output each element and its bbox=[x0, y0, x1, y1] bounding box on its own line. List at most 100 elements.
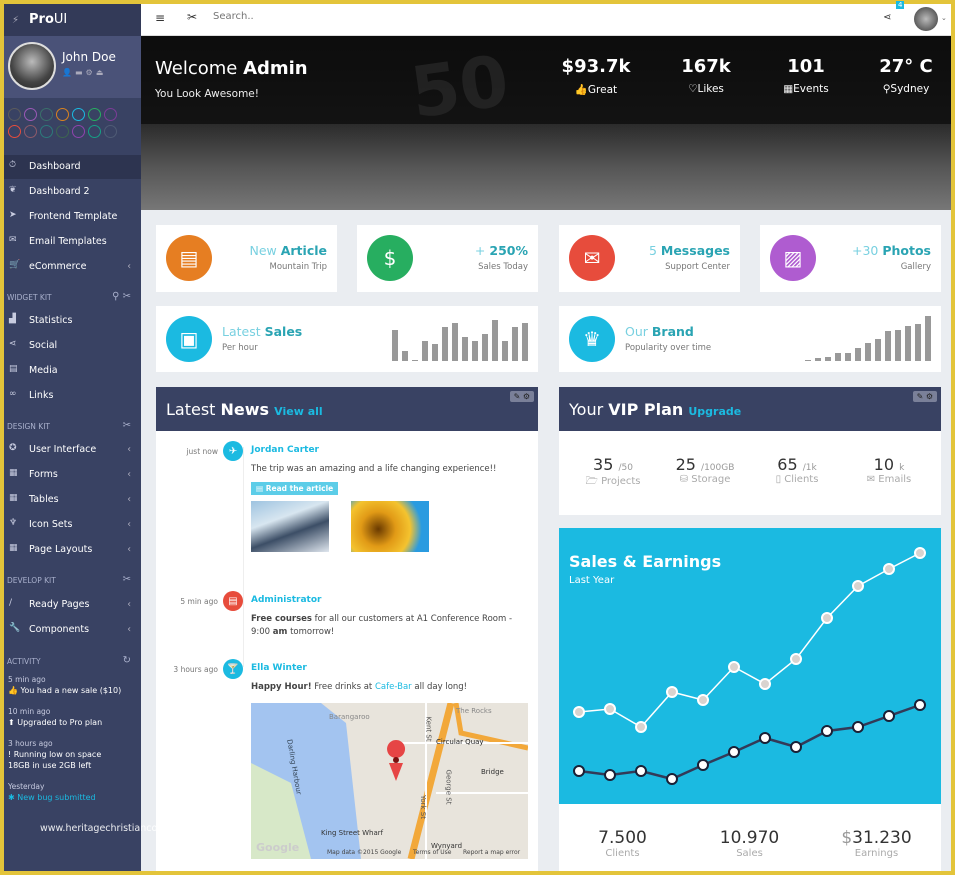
theme-color-swatch[interactable] bbox=[88, 108, 101, 121]
refresh-icon[interactable]: ↻ bbox=[123, 655, 131, 666]
sidebar-item-email-templates[interactable]: ✉ Email Templates bbox=[4, 230, 141, 254]
theme-color-swatch[interactable] bbox=[72, 108, 85, 121]
latest-sales-widget[interactable]: ▣ Latest Sales Per hour bbox=[156, 306, 538, 372]
brand-widget[interactable]: ♛ Our Brand Popularity over time bbox=[559, 306, 941, 372]
news-photo-mountains[interactable] bbox=[251, 501, 329, 552]
news-author[interactable]: Administrator bbox=[251, 595, 521, 605]
news-photo-sunflower[interactable] bbox=[351, 501, 429, 552]
chevron-down-icon[interactable]: ⌄ bbox=[941, 14, 947, 22]
data-point[interactable] bbox=[604, 769, 616, 781]
data-point[interactable] bbox=[852, 721, 864, 733]
map-footer-link[interactable]: Report a map error bbox=[463, 849, 520, 856]
data-point[interactable] bbox=[914, 547, 926, 559]
sidebar-item-social[interactable]: ⋖ Social bbox=[4, 334, 141, 358]
theme-color-swatch[interactable] bbox=[56, 108, 69, 121]
data-point[interactable] bbox=[821, 725, 833, 737]
theme-color-swatch[interactable] bbox=[88, 125, 101, 138]
news-author[interactable]: Jordan Carter bbox=[251, 445, 521, 455]
message-icon[interactable]: ▬ bbox=[75, 68, 86, 77]
map[interactable]: Barangaroo The Rocks Circular Quay Kent St G… bbox=[251, 703, 528, 859]
logout-icon[interactable]: ⏏ bbox=[96, 68, 107, 77]
widget-options-icon[interactable]: ✎ ⚙ bbox=[509, 391, 534, 402]
data-point[interactable] bbox=[728, 746, 740, 758]
theme-color-swatch[interactable] bbox=[104, 125, 117, 138]
sidebar-item-tables[interactable]: ▦ Tables ‹ bbox=[4, 488, 141, 512]
data-point[interactable] bbox=[759, 732, 771, 744]
data-point[interactable] bbox=[790, 653, 802, 665]
data-point[interactable] bbox=[635, 765, 647, 777]
data-point[interactable] bbox=[914, 699, 926, 711]
sidebar-item-dashboard[interactable]: ⏱ Dashboard bbox=[4, 155, 141, 179]
theme-color-swatch[interactable] bbox=[8, 125, 21, 138]
theme-color-swatch[interactable] bbox=[56, 125, 69, 138]
data-point[interactable] bbox=[883, 563, 895, 575]
search-input[interactable] bbox=[213, 11, 513, 22]
brand-logo[interactable]: ⚡ ProUI bbox=[4, 4, 141, 36]
stat-tile[interactable]: ▤ New Article Mountain Trip bbox=[156, 225, 337, 292]
sidebar-item-user-interface[interactable]: ✪ User Interface ‹ bbox=[4, 438, 141, 462]
theme-color-swatch[interactable] bbox=[24, 125, 37, 138]
theme-color-swatch[interactable] bbox=[24, 108, 37, 121]
tools-icon[interactable]: ✂ bbox=[123, 420, 131, 431]
sidebar-item-links[interactable]: ∞ Links bbox=[4, 384, 141, 408]
theme-color-swatch[interactable] bbox=[72, 125, 85, 138]
theme-color-swatch[interactable] bbox=[40, 125, 53, 138]
menu-toggle-icon[interactable]: ≡ bbox=[155, 11, 165, 25]
news-author[interactable]: Ella Winter bbox=[251, 663, 521, 673]
data-point[interactable] bbox=[573, 765, 585, 777]
data-point[interactable] bbox=[666, 773, 678, 785]
sidebar-item-icon-sets[interactable]: ♆ Icon Sets ‹ bbox=[4, 513, 141, 537]
stat-tile[interactable]: $ + 250% Sales Today bbox=[357, 225, 538, 292]
data-point[interactable] bbox=[666, 686, 678, 698]
data-point[interactable] bbox=[573, 706, 585, 718]
notification-badge: 4 bbox=[896, 1, 905, 9]
stat-tile[interactable]: ✉ 5 Messages Support Center bbox=[559, 225, 740, 292]
data-point[interactable] bbox=[728, 661, 740, 673]
sidebar-item-frontend-template[interactable]: ➤ Frontend Template bbox=[4, 205, 141, 229]
cafe-bar-link[interactable]: Cafe-Bar bbox=[375, 682, 412, 692]
avatar[interactable] bbox=[8, 42, 56, 90]
data-point[interactable] bbox=[635, 721, 647, 733]
section-activity: ACTIVITY ↻ bbox=[7, 655, 137, 666]
data-point[interactable] bbox=[697, 694, 709, 706]
user-name[interactable]: John Doe bbox=[62, 50, 116, 64]
welcome-name: Admin bbox=[243, 58, 308, 79]
user-icon[interactable]: 👤 bbox=[62, 68, 75, 77]
sidebar-item-label: Dashboard 2 bbox=[29, 186, 90, 197]
map-footer-link[interactable]: Terms of Use bbox=[413, 849, 451, 856]
data-point[interactable] bbox=[790, 741, 802, 753]
data-point[interactable] bbox=[759, 678, 771, 690]
read-article-button[interactable]: ▤ Read the article bbox=[251, 482, 339, 495]
sidebar-item-dashboard-2[interactable]: ❦ Dashboard 2 bbox=[4, 180, 141, 204]
gear-icon[interactable]: ⚙ bbox=[86, 68, 96, 77]
sidebar-item-components[interactable]: 🔧 Components ‹ bbox=[4, 618, 141, 642]
tools-icon[interactable]: ⚲ ✂ bbox=[112, 291, 131, 302]
share-icon[interactable]: ⋖ bbox=[883, 12, 891, 23]
sidebar-item-ecommerce[interactable]: 🛒 eCommerce ‹ bbox=[4, 255, 141, 279]
activity-text[interactable]: New bug submitted bbox=[17, 793, 95, 802]
view-all-link[interactable]: View all bbox=[274, 405, 323, 418]
upgrade-link[interactable]: Upgrade bbox=[688, 405, 741, 418]
user-avatar-menu[interactable] bbox=[914, 7, 938, 31]
sidebar-item-forms[interactable]: ▦ Forms ‹ bbox=[4, 463, 141, 487]
sidebar-item-media[interactable]: ▤ Media bbox=[4, 359, 141, 383]
tools-icon[interactable]: ✂ bbox=[123, 574, 131, 585]
data-point[interactable] bbox=[883, 710, 895, 722]
sidebar-item-ready-pages[interactable]: / Ready Pages ‹ bbox=[4, 593, 141, 617]
theme-color-swatch[interactable] bbox=[8, 108, 21, 121]
theme-color-swatch[interactable] bbox=[104, 108, 117, 121]
widget-options-icon[interactable]: ✎ ⚙ bbox=[912, 391, 937, 402]
stat-label: Projects bbox=[601, 476, 641, 487]
data-point[interactable] bbox=[852, 580, 864, 592]
sidebar-item-statistics[interactable]: ▟ Statistics bbox=[4, 309, 141, 333]
button-label: Read the article bbox=[265, 484, 334, 493]
stat-unit: k bbox=[899, 463, 905, 473]
tools-icon[interactable]: ✂ bbox=[187, 10, 197, 24]
stat-tile[interactable]: ▨ +30 Photos Gallery bbox=[760, 225, 941, 292]
theme-color-swatch[interactable] bbox=[40, 108, 53, 121]
map-footer-link[interactable]: Map data ©2015 Google bbox=[327, 849, 401, 856]
data-point[interactable] bbox=[697, 759, 709, 771]
sidebar-item-page-layouts[interactable]: ▦ Page Layouts ‹ bbox=[4, 538, 141, 562]
data-point[interactable] bbox=[604, 703, 616, 715]
data-point[interactable] bbox=[821, 612, 833, 624]
